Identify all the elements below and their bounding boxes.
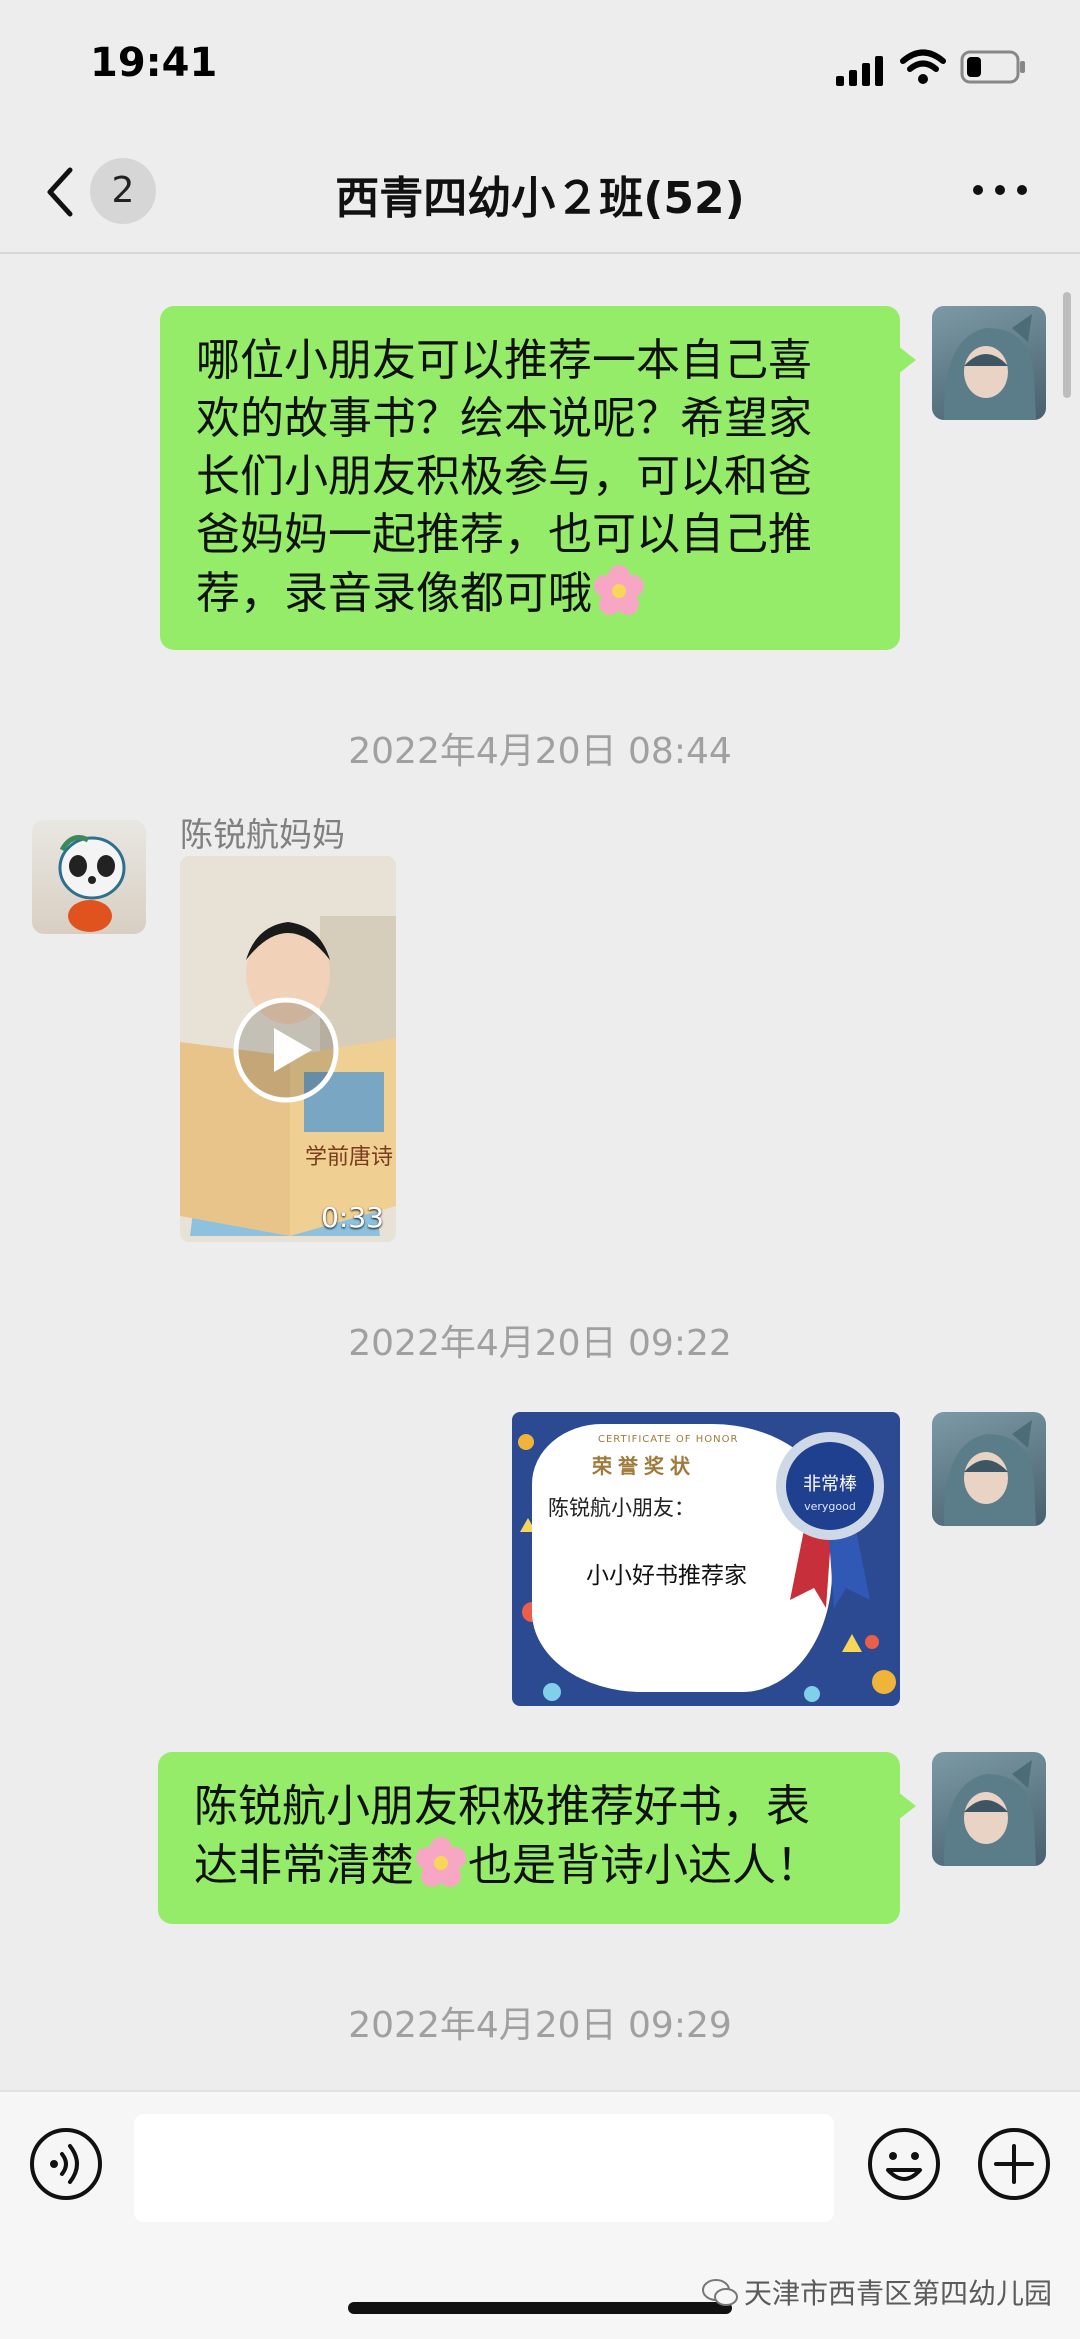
medal-text: 非常棒 bbox=[803, 1474, 857, 1495]
medal-icon: 非常棒 verygood bbox=[776, 1432, 884, 1608]
home-indicator bbox=[348, 2302, 732, 2314]
message-bubble-teacher[interactable]: 陈锐航小朋友积极推荐好书，表 达非常清楚 也是背诗小达人！ bbox=[158, 1752, 916, 1924]
chat-title: 西青四幼小２班(52) bbox=[335, 173, 745, 224]
self-avatar[interactable] bbox=[932, 1412, 1046, 1526]
certificate-title: 荣誉奖状 bbox=[592, 1454, 696, 1478]
status-time: 19:41 bbox=[90, 40, 218, 86]
certificate-recipient: 陈锐航小朋友： bbox=[548, 1496, 695, 1520]
timestamp: 2022年4月20日 09:29 bbox=[348, 2005, 732, 2046]
sender-name: 陈锐航妈妈 bbox=[180, 815, 345, 854]
sender-avatar[interactable] bbox=[32, 820, 146, 934]
play-icon[interactable] bbox=[232, 996, 340, 1104]
status-bar: 19:41 bbox=[0, 0, 1080, 130]
more-dots-icon[interactable] bbox=[970, 178, 1030, 202]
message-text: 哪位小朋友可以推荐一本自己喜 欢的故事书？绘本说呢？希望家 长们小朋友积极参与，… bbox=[196, 335, 812, 619]
wechat-icon bbox=[702, 2279, 738, 2306]
watermark: 天津市西青区第四幼儿园 bbox=[702, 2272, 1052, 2312]
certificate-english-title: CERTIFICATE OF HONOR bbox=[598, 1434, 739, 1445]
wifi-icon bbox=[900, 49, 946, 84]
timestamp: 2022年4月20日 09:22 bbox=[348, 1323, 732, 1364]
chat-header: 2 西青四幼小２班(52) bbox=[0, 130, 1080, 254]
book-title: 学前唐诗 bbox=[305, 1145, 393, 1170]
medal-subtext: verygood bbox=[804, 1500, 856, 1513]
video-message[interactable]: 学前唐诗 0:33 bbox=[180, 856, 396, 1242]
certificate-award: 小小好书推荐家 bbox=[586, 1563, 747, 1589]
emoji-icon[interactable] bbox=[866, 2126, 942, 2202]
message-input[interactable] bbox=[134, 2114, 834, 2222]
plus-icon[interactable] bbox=[976, 2126, 1052, 2202]
cellular-signal-icon bbox=[836, 56, 883, 86]
self-avatar[interactable] bbox=[932, 306, 1046, 420]
message-text-line1: 陈锐航小朋友积极推荐好书，表 bbox=[194, 1781, 810, 1832]
message-text-line2b: 也是背诗小达人！ bbox=[468, 1840, 820, 1891]
message-text-line2a: 达非常清楚 bbox=[194, 1840, 414, 1891]
flower-emoji-icon bbox=[416, 1837, 466, 1887]
scrollbar[interactable] bbox=[1063, 292, 1071, 398]
voice-icon[interactable] bbox=[28, 2126, 104, 2202]
battery-icon bbox=[960, 50, 1025, 84]
video-duration: 0:33 bbox=[321, 1201, 384, 1234]
flower-emoji-icon bbox=[594, 565, 644, 615]
message-bubble-teacher[interactable]: 哪位小朋友可以推荐一本自己喜 欢的故事书？绘本说呢？希望家 长们小朋友积极参与，… bbox=[160, 306, 916, 650]
self-avatar[interactable] bbox=[932, 1752, 1046, 1866]
certificate-image[interactable]: CERTIFICATE OF HONOR 荣誉奖状 陈锐航小朋友： 小小好书推荐… bbox=[512, 1412, 900, 1706]
timestamp: 2022年4月20日 08:44 bbox=[348, 731, 732, 772]
watermark-text: 天津市西青区第四幼儿园 bbox=[744, 2277, 1053, 2310]
